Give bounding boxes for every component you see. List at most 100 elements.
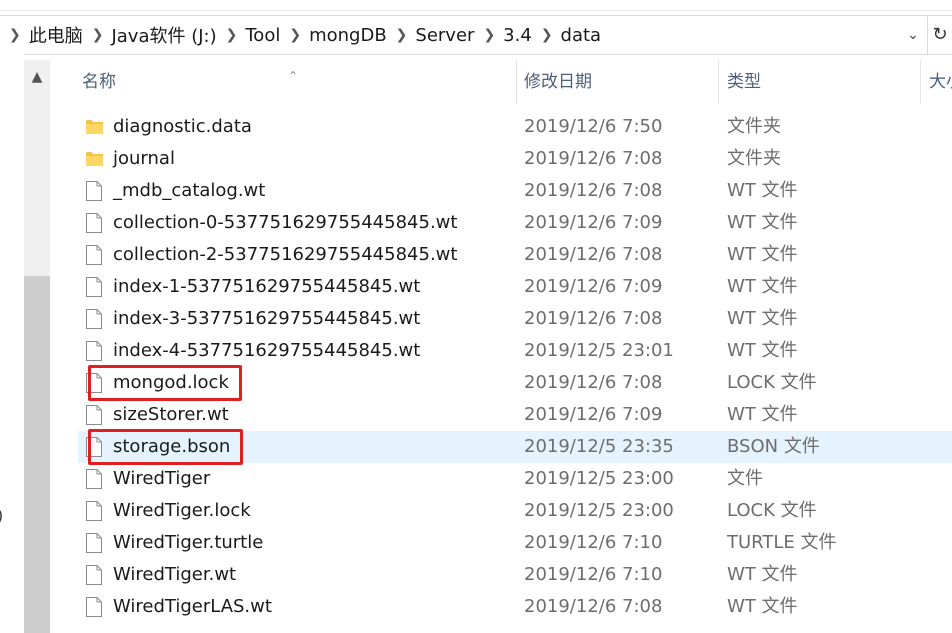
file-icon: [86, 501, 102, 521]
breadcrumb-chevron-icon[interactable]: ❯: [474, 27, 503, 43]
annotation-highlight-box: [88, 365, 242, 401]
breadcrumb-segment[interactable]: 此电脑: [29, 22, 83, 48]
file-icon: [86, 277, 102, 297]
column-divider[interactable]: [718, 60, 719, 104]
folder-icon: [86, 120, 103, 134]
scroll-up-arrow-icon[interactable]: ▲: [24, 60, 50, 94]
address-bar[interactable]: ❯ 此电脑 ❯ Java软件 (J:) ❯ Tool ❯ mongDB ❯ Server ❯ 3.4 ❯…: [0, 15, 952, 55]
column-header-type-label: 类型: [727, 72, 761, 92]
chevron-down-icon[interactable]: ⌄: [899, 27, 927, 43]
file-name[interactable]: sizeStorer.wt: [113, 399, 229, 431]
file-row[interactable]: WiredTiger.wt 2019/12/6 7:10 WT 文件: [78, 559, 952, 591]
file-modified-date: 2019/12/6 7:08: [524, 244, 663, 265]
file-type: WT 文件: [727, 276, 798, 297]
file-modified-date: 2019/12/6 7:09: [524, 404, 663, 425]
file-modified-date: 2019/12/6 7:09: [524, 276, 663, 297]
file-icon: [86, 245, 102, 265]
file-name[interactable]: _mdb_catalog.wt: [113, 175, 265, 207]
column-header-name-label: 名称: [82, 72, 116, 92]
breadcrumb-segment[interactable]: mongDB: [309, 25, 387, 46]
breadcrumb-chevron-icon[interactable]: ❯: [532, 27, 561, 43]
file-type: WT 文件: [727, 340, 798, 361]
column-header-type[interactable]: 类型: [727, 60, 917, 104]
file-type: BSON 文件: [727, 436, 820, 457]
file-type: WT 文件: [727, 212, 798, 233]
file-modified-date: 2019/12/6 7:50: [524, 116, 663, 137]
file-row[interactable]: index-1-537751629755445845.wt 2019/12/6 7…: [78, 271, 952, 303]
file-type: WT 文件: [727, 404, 798, 425]
breadcrumb-segment[interactable]: 3.4: [503, 25, 532, 46]
window-top-strip: [0, 0, 952, 11]
file-row[interactable]: journal 2019/12/6 7:08 文件夹: [78, 143, 952, 175]
file-modified-date: 2019/12/6 7:09: [524, 212, 663, 233]
file-row[interactable]: index-3-537751629755445845.wt 2019/12/6 7…: [78, 303, 952, 335]
breadcrumb-chevron-icon[interactable]: ❯: [217, 27, 246, 43]
column-divider[interactable]: [920, 60, 921, 104]
file-type: WT 文件: [727, 596, 798, 617]
file-row[interactable]: WiredTigerLAS.wt 2019/12/6 7:08 WT 文件: [78, 591, 952, 623]
file-name[interactable]: WiredTiger: [113, 463, 210, 495]
file-icon: [86, 405, 102, 425]
column-header-name[interactable]: 名称 ⌃: [82, 60, 512, 104]
file-name[interactable]: WiredTiger.lock: [113, 495, 251, 527]
file-name[interactable]: journal: [113, 143, 175, 175]
file-row[interactable]: WiredTiger.lock 2019/12/5 23:00 LOCK 文件: [78, 495, 952, 527]
file-icon: [86, 181, 102, 201]
breadcrumb-chevron-icon[interactable]: ❯: [83, 27, 112, 43]
file-row[interactable]: WiredTiger 2019/12/5 23:00 文件: [78, 463, 952, 495]
file-type: WT 文件: [727, 308, 798, 329]
file-row[interactable]: mongod.lock 2019/12/6 7:08 LOCK 文件: [78, 365, 952, 401]
breadcrumb-segment[interactable]: Tool: [245, 25, 280, 46]
file-name[interactable]: collection-0-537751629755445845.wt: [113, 207, 457, 239]
file-row[interactable]: _mdb_catalog.wt 2019/12/6 7:08 WT 文件: [78, 175, 952, 207]
breadcrumb-segment[interactable]: Server: [415, 25, 474, 46]
file-row[interactable]: sizeStorer.wt 2019/12/6 7:09 WT 文件: [78, 399, 952, 431]
file-name[interactable]: collection-2-537751629755445845.wt: [113, 239, 457, 271]
file-name[interactable]: WiredTiger.turtle: [113, 527, 263, 559]
refresh-icon[interactable]: ↻: [927, 16, 952, 54]
breadcrumb-chevron-icon[interactable]: ❯: [280, 27, 309, 43]
column-header-size[interactable]: 大小: [929, 60, 952, 104]
file-name[interactable]: WiredTigerLAS.wt: [113, 591, 272, 623]
breadcrumb-segment[interactable]: data: [561, 25, 602, 46]
file-row[interactable]: diagnostic.data 2019/12/6 7:50 文件夹: [78, 111, 952, 143]
file-row[interactable]: storage.bson 2019/12/5 23:35 BSON 文件: [78, 429, 952, 465]
folder-icon: [86, 152, 103, 166]
breadcrumb-chevron-icon[interactable]: ❯: [387, 27, 416, 43]
file-icon: [86, 469, 102, 489]
file-icon: [86, 533, 102, 553]
file-name[interactable]: index-1-537751629755445845.wt: [113, 271, 420, 303]
file-modified-date: 2019/12/5 23:00: [524, 500, 674, 521]
column-header-row: 名称 ⌃ 修改日期 类型 大小: [78, 60, 952, 104]
column-header-size-label: 大小: [929, 72, 952, 92]
file-modified-date: 2019/12/5 23:01: [524, 340, 674, 361]
file-modified-date: 2019/12/6 7:10: [524, 564, 663, 585]
file-modified-date: 2019/12/6 7:08: [524, 372, 663, 393]
file-icon: [86, 597, 102, 617]
navigation-pane-text-fragment: ): [0, 506, 3, 525]
file-type: WT 文件: [727, 180, 798, 201]
file-modified-date: 2019/12/6 7:08: [524, 180, 663, 201]
file-modified-date: 2019/12/5 23:00: [524, 468, 674, 489]
file-name[interactable]: WiredTiger.wt: [113, 559, 236, 591]
file-type: LOCK 文件: [727, 500, 817, 521]
file-name[interactable]: index-3-537751629755445845.wt: [113, 303, 420, 335]
file-icon: [86, 309, 102, 329]
column-header-modified[interactable]: 修改日期: [524, 60, 714, 104]
file-row[interactable]: index-4-537751629755445845.wt 2019/12/5 2…: [78, 335, 952, 367]
file-type: TURTLE 文件: [727, 532, 837, 553]
file-type: 文件: [727, 468, 763, 489]
file-name[interactable]: index-4-537751629755445845.wt: [113, 335, 420, 367]
breadcrumb-segment[interactable]: Java软件 (J:): [111, 22, 216, 48]
breadcrumb-chevron-icon[interactable]: ❯: [0, 27, 29, 43]
file-icon: [86, 341, 102, 361]
file-row[interactable]: collection-2-537751629755445845.wt 2019/1…: [78, 239, 952, 271]
file-row[interactable]: WiredTiger.turtle 2019/12/6 7:10 TURTLE 文件: [78, 527, 952, 559]
scroll-thumb[interactable]: [24, 276, 50, 633]
vertical-scrollbar[interactable]: ▲: [24, 60, 50, 633]
file-type: WT 文件: [727, 244, 798, 265]
file-name[interactable]: diagnostic.data: [113, 111, 252, 143]
column-divider[interactable]: [516, 60, 517, 104]
navigation-pane-edge: ): [0, 54, 24, 633]
file-row[interactable]: collection-0-537751629755445845.wt 2019/1…: [78, 207, 952, 239]
